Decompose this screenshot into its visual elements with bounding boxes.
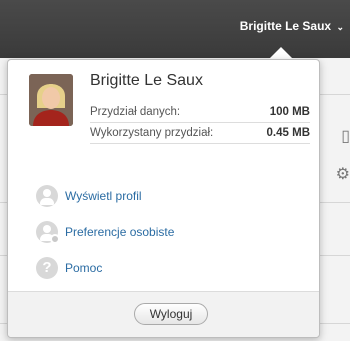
help-label: Pomoc	[65, 261, 103, 275]
person-icon	[36, 185, 58, 207]
person-settings-icon	[36, 221, 60, 244]
quota-table: Przydział danych: 100 MB Wykorzystany pr…	[90, 102, 310, 144]
popup-footer: Wyloguj	[8, 291, 319, 337]
top-bar: Brigitte Le Saux ⌄	[0, 0, 350, 58]
trash-icon[interactable]: ▯	[341, 126, 350, 146]
avatar	[29, 74, 73, 126]
help-link[interactable]: ? Pomoc	[36, 250, 174, 286]
personal-preferences-label: Preferencje osobiste	[65, 225, 175, 239]
gear-icon[interactable]: ⚙	[336, 164, 350, 184]
quota-row: Przydział danych: 100 MB	[90, 102, 310, 123]
help-icon: ?	[36, 257, 58, 279]
used-quota-value: 0.45 MB	[266, 127, 310, 139]
user-menu-list: Wyświetl profil Preferencje osobiste ? P…	[36, 178, 174, 286]
user-menu-label: Brigitte Le Saux	[239, 19, 332, 33]
view-profile-label: Wyświetl profil	[65, 189, 142, 203]
user-menu-button[interactable]: Brigitte Le Saux ⌄	[240, 19, 344, 33]
view-profile-link[interactable]: Wyświetl profil	[36, 178, 174, 214]
logout-button[interactable]: Wyloguj	[134, 303, 208, 325]
user-menu-popup: Brigitte Le Saux Przydział danych: 100 M…	[7, 59, 320, 338]
quota-row: Wykorzystany przydział: 0.45 MB	[90, 123, 310, 144]
used-quota-label: Wykorzystany przydział:	[90, 127, 214, 139]
chevron-down-icon: ⌄	[336, 22, 344, 32]
user-name: Brigitte Le Saux	[90, 72, 203, 89]
quota-value: 100 MB	[269, 106, 310, 118]
popup-arrow	[269, 47, 293, 59]
quota-label: Przydział danych:	[90, 106, 181, 118]
personal-preferences-link[interactable]: Preferencje osobiste	[36, 214, 174, 250]
